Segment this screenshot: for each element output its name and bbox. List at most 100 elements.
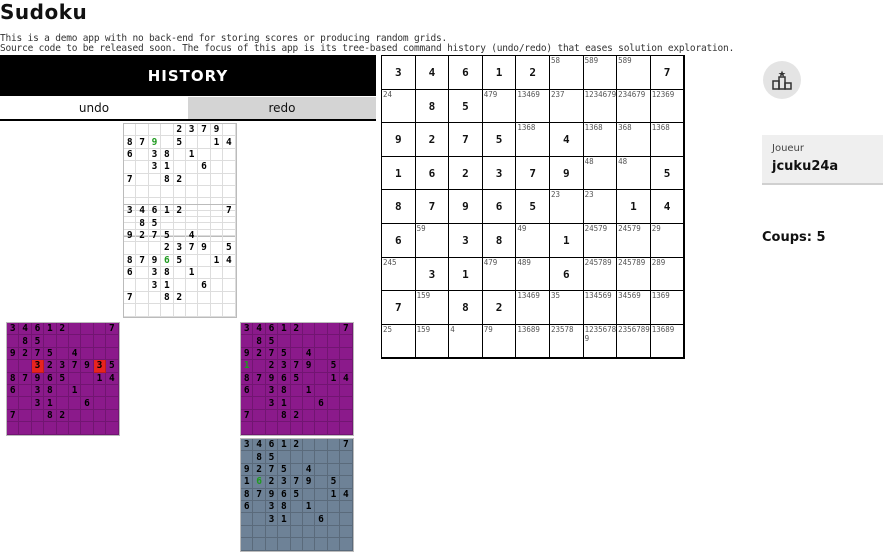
board-cell[interactable]: 4 [650,190,685,224]
board-cell[interactable]: 4 [549,123,584,157]
board-cell[interactable]: 8 [382,190,416,224]
board-cell[interactable]: 589 [617,56,651,90]
snapshot-cell [290,384,303,398]
snapshot-cell [315,409,328,423]
board-cell[interactable]: 1 [449,257,483,292]
redo-button[interactable]: redo [188,97,376,121]
board-cell[interactable]: 1369 [650,291,685,325]
board-cell[interactable]: 6 [482,190,517,224]
board-cell[interactable]: 24 [382,89,416,124]
board-cell[interactable]: 12369 [650,89,685,124]
board-cell[interactable]: 7 [449,123,483,157]
snapshot-cell: 5 [278,463,291,477]
board-cell[interactable]: 13689 [516,324,550,359]
board-cell[interactable]: 2356789 [617,324,651,359]
board-cell[interactable]: 1368 [650,123,685,157]
board-cell[interactable]: 5 [449,89,483,124]
board-cell[interactable]: 3 [482,156,517,191]
board-cell[interactable]: 1 [549,223,584,258]
board-cell[interactable]: 7 [415,190,450,224]
board-cell[interactable]: 7 [516,156,550,191]
board-cell[interactable]: 59 [415,223,450,258]
board-cell[interactable]: 8 [449,291,483,325]
board-cell[interactable]: 237 [549,89,584,124]
board-cell[interactable]: 48 [617,156,651,191]
board-cell[interactable]: 23 [583,190,618,224]
board-cell[interactable]: 13689 [650,324,685,359]
board-cell[interactable]: 3 [382,56,416,90]
board-cell[interactable]: 1234679 [583,89,618,124]
board-cell[interactable]: 12356789 [583,324,618,359]
board-cell[interactable]: 3 [415,257,450,292]
board-cell[interactable]: 8 [415,89,450,124]
board-cell[interactable]: 1368 [583,123,618,157]
history-snapshot[interactable]: 34612785927542379587965146381316782 [123,204,237,318]
history-snapshot[interactable]: 346127859275412379587965146381316782 [240,322,354,436]
board-cell[interactable]: 5 [516,190,550,224]
snapshot-cell: 2 [173,291,186,305]
board-cell[interactable]: 1 [482,56,517,90]
board-cell[interactable]: 1 [382,156,416,191]
board-cell[interactable]: 49 [516,223,550,258]
board-cell[interactable]: 589 [583,56,618,90]
snapshot-cell [223,148,236,162]
board-cell[interactable]: 289 [650,257,685,292]
board-cell[interactable]: 6 [415,156,450,191]
board-cell[interactable]: 23 [549,190,584,224]
board-cell[interactable]: 8 [482,223,517,258]
board-cell[interactable]: 245789 [617,257,651,292]
board-cell[interactable]: 5 [482,123,517,157]
history-snapshot[interactable]: 3461278592754323793587965146381316782 [6,322,120,436]
snapshot-cell [198,185,211,199]
board-cell[interactable]: 245789 [583,257,618,292]
board-cell[interactable]: 24579 [583,223,618,258]
board-cell[interactable]: 4 [415,56,450,90]
board-cell[interactable]: 58 [549,56,584,90]
board-cell[interactable]: 1 [617,190,651,224]
board-cell[interactable]: 6 [382,223,416,258]
board-cell[interactable]: 24579 [617,223,651,258]
board-cell[interactable]: 159 [415,324,450,359]
board-cell[interactable]: 9 [549,156,584,191]
board-cell[interactable]: 245 [382,257,416,292]
cell-value: 4 [663,200,671,214]
board-cell[interactable]: 23578 [549,324,584,359]
board-cell[interactable]: 7 [650,56,685,90]
board-cell[interactable]: 3 [449,223,483,258]
board-cell[interactable]: 6 [449,56,483,90]
podium-icon[interactable] [763,61,801,99]
snapshot-cell [290,397,303,410]
board-cell[interactable]: 159 [415,291,450,325]
board-cell[interactable]: 479 [482,89,517,124]
board-cell[interactable]: 2 [516,56,550,90]
board-cell[interactable]: 29 [650,223,685,258]
board-cell[interactable]: 13469 [516,291,550,325]
board-cell[interactable]: 479 [482,257,517,292]
board-cell[interactable]: 134569 [583,291,618,325]
board-cell[interactable]: 9 [449,190,483,224]
board-cell[interactable]: 2 [449,156,483,191]
undo-button[interactable]: undo [0,97,188,121]
board-cell[interactable]: 6 [549,257,584,292]
board-cell[interactable]: 7 [382,291,416,325]
board-cell[interactable]: 489 [516,257,550,292]
board-cell[interactable]: 35 [549,291,584,325]
snapshot-cell [198,148,211,162]
board-cell[interactable]: 234679 [617,89,651,124]
board-cell[interactable]: 48 [583,156,618,191]
snapshot-cell [185,291,199,305]
board-cell[interactable]: 25 [382,324,416,359]
board-cell[interactable]: 34569 [617,291,651,325]
board-cell[interactable]: 79 [482,324,517,359]
board-cell[interactable]: 1368 [516,123,550,157]
board-cell[interactable]: 4 [449,324,483,359]
snapshot-cell [315,476,328,489]
board-cell[interactable]: 13469 [516,89,550,124]
board-cell[interactable]: 2 [415,123,450,157]
board-cell[interactable]: 2 [482,291,517,325]
board-cell[interactable]: 5 [650,156,685,191]
board-cell[interactable]: 9 [382,123,416,157]
history-snapshot-current[interactable]: 3461278592754162379587965146381316 [240,438,354,552]
snapshot-cell: 4 [223,136,236,149]
board-cell[interactable]: 368 [617,123,651,157]
